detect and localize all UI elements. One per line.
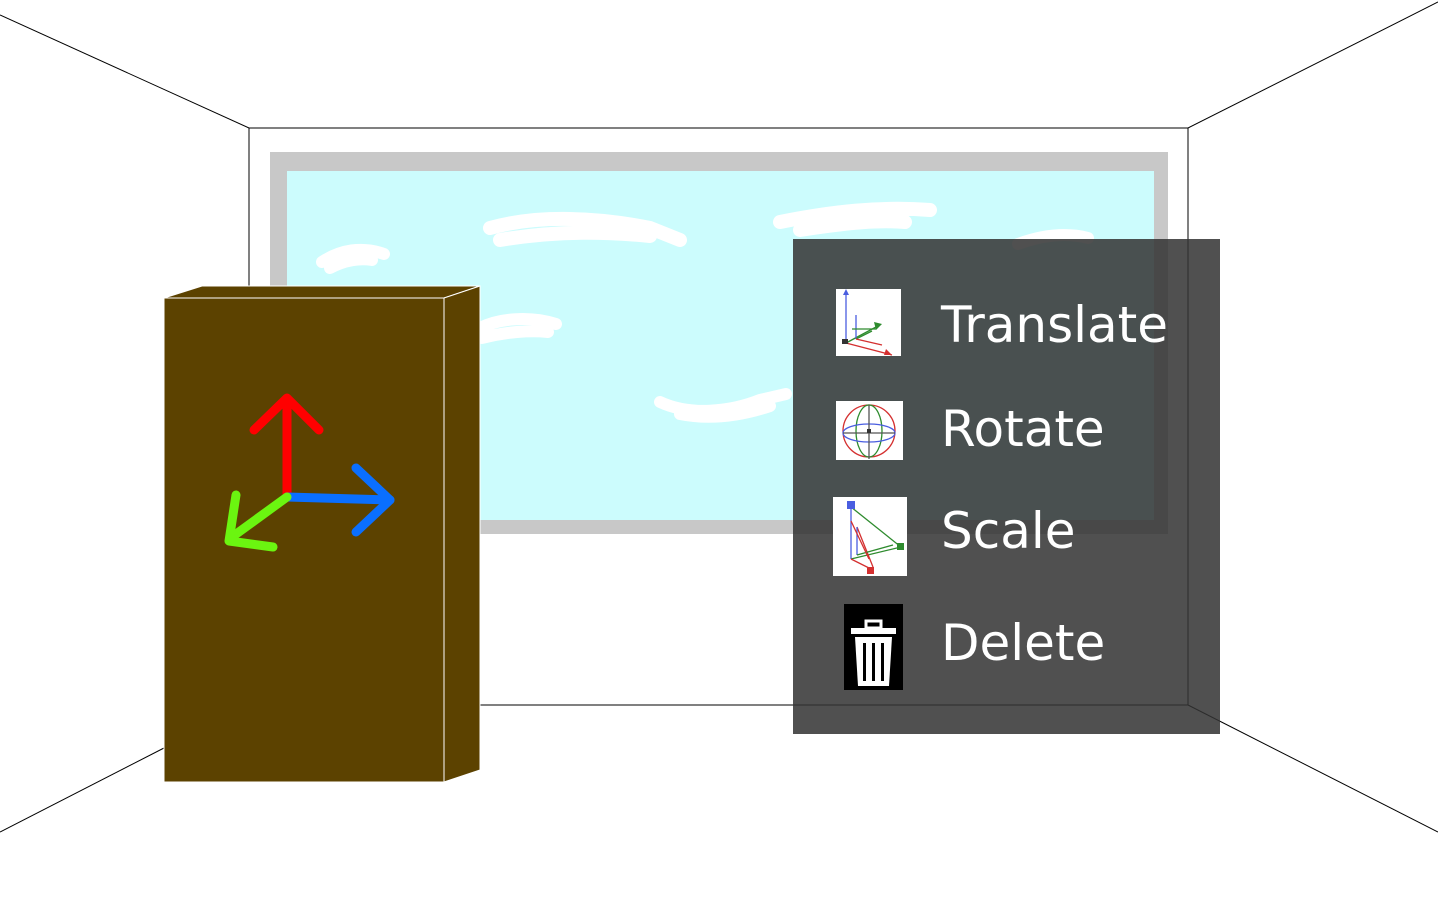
menu-item-translate[interactable]: Translate [793,273,1220,369]
cabinet-object[interactable] [163,285,481,783]
menu-item-label: Scale [941,502,1076,560]
scale-gizmo-icon [833,497,907,576]
room-scene [0,1,1438,833]
trash-icon [844,604,903,690]
translate-gizmo-icon [836,289,901,356]
menu-item-delete[interactable]: Delete [793,601,1220,697]
rotate-gizmo-icon [836,401,903,460]
ar-scene-viewport[interactable]: Translate Rotate Scale Delete [0,0,1438,908]
menu-item-label: Rotate [941,400,1105,458]
menu-item-scale[interactable]: Scale [793,489,1220,585]
menu-item-label: Delete [941,614,1106,672]
menu-item-rotate[interactable]: Rotate [793,385,1220,481]
context-menu: Translate Rotate Scale Delete [793,239,1220,734]
menu-item-label: Translate [941,296,1169,354]
